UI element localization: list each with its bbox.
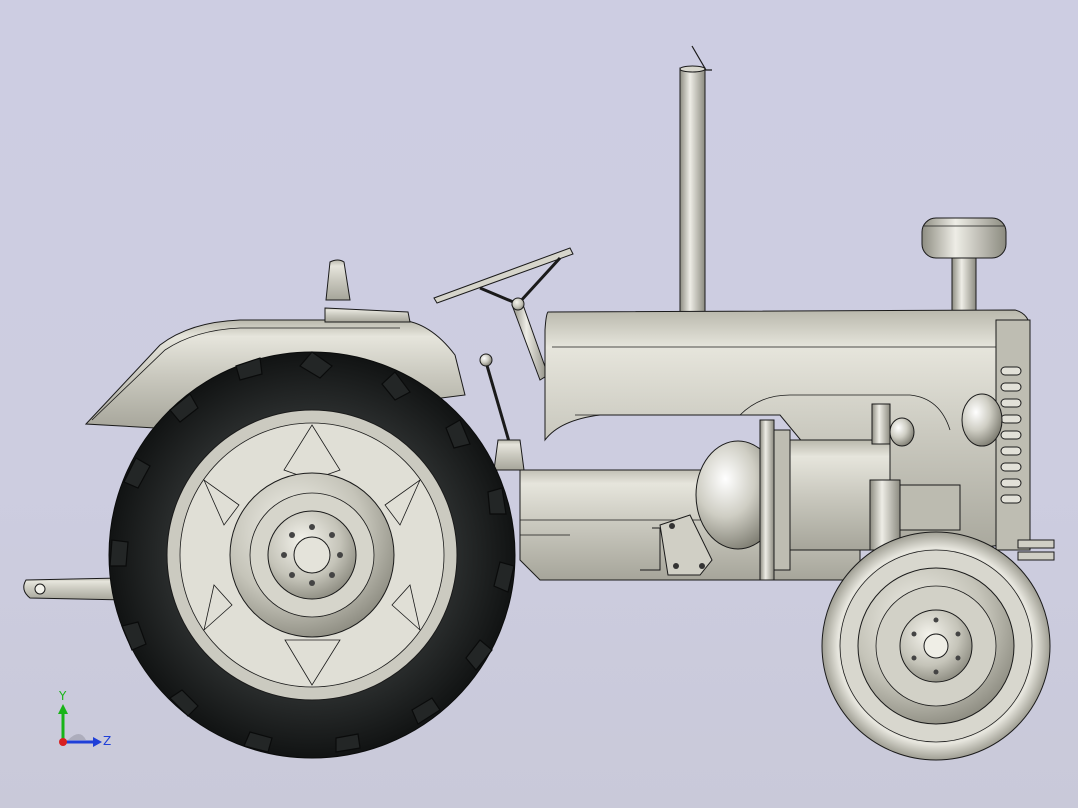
seat <box>324 259 411 323</box>
air-cleaner <box>921 217 1007 312</box>
headlight <box>961 393 1003 447</box>
radiator-grille <box>995 319 1031 551</box>
cad-3d-viewport[interactable]: Y Z <box>0 0 1078 808</box>
y-axis-label: Y <box>58 689 67 703</box>
x-axis-origin <box>59 738 67 746</box>
rear-wheel <box>108 351 516 759</box>
exhaust-pipe <box>679 45 712 313</box>
front-wheel <box>821 531 1051 761</box>
z-axis-label: Z <box>103 734 111 748</box>
axis-triad: Y Z <box>58 689 111 748</box>
